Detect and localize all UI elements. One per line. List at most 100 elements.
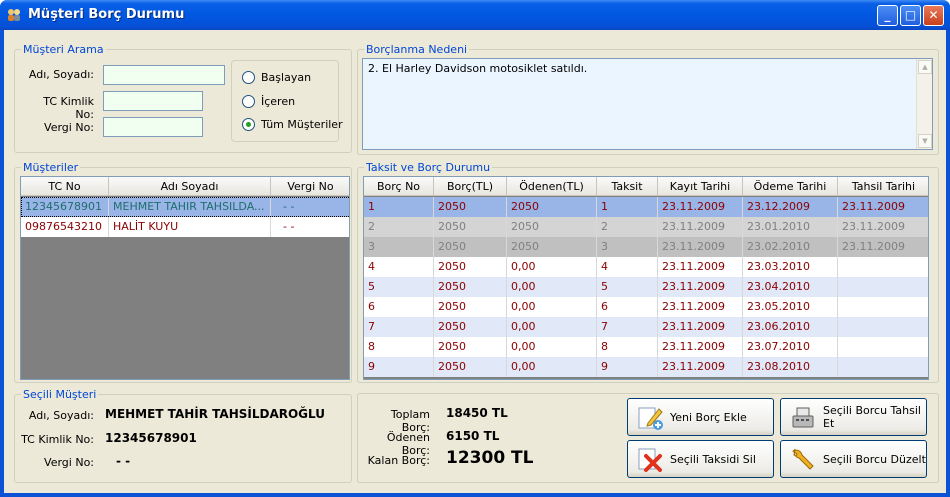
column-header[interactable]: Vergi No bbox=[271, 177, 349, 196]
cell: 2 bbox=[597, 217, 658, 237]
cell: 23.11.2009 bbox=[838, 197, 928, 217]
cell: 23.07.2010 bbox=[743, 337, 838, 357]
selected-tc-label: TC Kimlik No: bbox=[21, 433, 94, 446]
delete-icon bbox=[638, 448, 662, 472]
maximize-button[interactable]: □ bbox=[900, 5, 921, 26]
cell: - - bbox=[271, 197, 349, 217]
cell: 4 bbox=[364, 257, 434, 277]
cell: 23.11.2009 bbox=[658, 197, 743, 217]
table-row[interactable]: 09876543210 HALİT KUYU - - bbox=[21, 217, 349, 237]
users-icon bbox=[8, 9, 20, 21]
cell: 23.08.2010 bbox=[743, 357, 838, 377]
scroll-down-icon[interactable]: ▼ bbox=[918, 134, 932, 148]
name-input[interactable] bbox=[103, 65, 225, 85]
installments-grid[interactable]: Borç No Borç(TL) Ödenen(TL) Taksit Kayıt… bbox=[363, 176, 929, 380]
cell: 3 bbox=[597, 237, 658, 257]
radio-starts-with[interactable]: Başlayan bbox=[242, 71, 311, 84]
column-header[interactable]: Borç No bbox=[364, 177, 434, 196]
column-header[interactable]: Taksit bbox=[597, 177, 658, 196]
column-header[interactable]: Ödeme Tarihi bbox=[743, 177, 838, 196]
cell: 6 bbox=[364, 297, 434, 317]
scroll-up-icon[interactable]: ▲ bbox=[918, 60, 932, 74]
tax-input[interactable] bbox=[103, 117, 203, 137]
collect-debt-button[interactable]: Seçili Borcu Tahsil Et bbox=[780, 398, 927, 436]
cell: 2050 bbox=[507, 237, 597, 257]
table-row[interactable]: 5 2050 0,00 5 23.11.2009 23.04.2010 bbox=[364, 277, 928, 297]
cell: 1 bbox=[364, 197, 434, 217]
wrench-icon bbox=[792, 448, 814, 470]
column-header[interactable]: Kayıt Tarihi bbox=[658, 177, 743, 196]
selected-name-value: MEHMET TAHİR TAHSİLDAROĞLU bbox=[105, 407, 325, 421]
add-debt-label: Yeni Borç Ekle bbox=[670, 410, 747, 424]
cell: 3 bbox=[364, 237, 434, 257]
customer-search-legend: Müşteri Arama bbox=[23, 43, 104, 56]
radio-all-customers[interactable]: Tüm Müşteriler bbox=[242, 118, 343, 131]
cell: 5 bbox=[364, 277, 434, 297]
window-title: Müşteri Borç Durumu bbox=[28, 7, 185, 22]
cell: 2050 bbox=[434, 277, 507, 297]
selected-tax-label: Vergi No: bbox=[44, 456, 94, 469]
reason-text: 2. El Harley Davidson motosiklet satıldı… bbox=[368, 62, 588, 75]
tc-label: TC Kimlik No: bbox=[43, 95, 94, 121]
cell: 8 bbox=[597, 337, 658, 357]
delete-installment-button[interactable]: Seçili Taksidi Sil bbox=[627, 440, 774, 478]
minimize-button[interactable]: _ bbox=[877, 5, 898, 26]
cell: 23.11.2009 bbox=[838, 237, 928, 257]
table-row[interactable]: 6 2050 0,00 6 23.11.2009 23.05.2010 bbox=[364, 297, 928, 317]
add-debt-button[interactable]: Yeni Borç Ekle bbox=[627, 398, 774, 436]
radio-contains[interactable]: İçeren bbox=[242, 95, 295, 108]
name-label: Adı, Soyadı: bbox=[28, 68, 94, 81]
cell: - - bbox=[271, 217, 349, 237]
table-row[interactable]: 7 2050 0,00 7 23.11.2009 23.06.2010 bbox=[364, 317, 928, 337]
delete-installment-label: Seçili Taksidi Sil bbox=[670, 452, 756, 466]
edit-debt-label: Seçili Borcu Düzelt bbox=[823, 452, 926, 466]
customers-legend: Müşteriler bbox=[23, 161, 79, 174]
client-area: Müşteri Arama Adı, Soyadı: TC Kimlik No:… bbox=[4, 30, 946, 493]
cell: 23.02.2010 bbox=[743, 237, 838, 257]
minimize-icon: _ bbox=[884, 8, 891, 22]
column-header[interactable]: TC No bbox=[21, 177, 109, 196]
column-header[interactable]: Borç(TL) bbox=[434, 177, 507, 196]
close-icon: ✕ bbox=[928, 8, 939, 22]
radio-label: Başlayan bbox=[261, 71, 312, 84]
cell: 23.11.2009 bbox=[658, 297, 743, 317]
reason-textarea[interactable]: 2. El Harley Davidson motosiklet satıldı… bbox=[362, 58, 933, 150]
radio-label: İçeren bbox=[261, 95, 296, 108]
column-header[interactable]: Ödenen(TL) bbox=[507, 177, 597, 196]
table-row[interactable]: 9 2050 0,00 9 23.11.2009 23.08.2010 bbox=[364, 357, 928, 377]
column-header[interactable]: Tahsil Tarihi bbox=[838, 177, 928, 196]
table-row[interactable]: 8 2050 0,00 8 23.11.2009 23.07.2010 bbox=[364, 337, 928, 357]
cell: 23.11.2009 bbox=[658, 277, 743, 297]
table-row[interactable]: 3 2050 2050 3 23.11.2009 23.02.2010 23.11.2009 bbox=[364, 237, 928, 257]
maximize-icon: □ bbox=[904, 8, 917, 22]
cell: 0,00 bbox=[507, 357, 597, 377]
cell: 2050 bbox=[434, 237, 507, 257]
close-button[interactable]: ✕ bbox=[923, 5, 944, 26]
cell: 0,00 bbox=[507, 317, 597, 337]
cash-register-icon bbox=[792, 407, 814, 428]
radio-label: Tüm Müşteriler bbox=[261, 118, 343, 131]
cell: 2050 bbox=[434, 257, 507, 277]
column-header[interactable]: Adı Soyadı bbox=[109, 177, 271, 196]
table-row[interactable]: 2 2050 2050 2 23.11.2009 23.01.2010 23.11.2009 bbox=[364, 217, 928, 237]
collect-debt-label: Seçili Borcu Tahsil Et bbox=[823, 404, 921, 430]
selected-tc-value: 12345678901 bbox=[105, 431, 197, 445]
cell: 4 bbox=[597, 257, 658, 277]
reason-legend: Borçlanma Nedeni bbox=[366, 43, 468, 56]
cell: 9 bbox=[597, 357, 658, 377]
reason-scrollbar[interactable]: ▲ ▼ bbox=[916, 59, 932, 149]
paid-debt-value: 6150 TL bbox=[446, 429, 500, 443]
title-bar[interactable]: Müşteri Borç Durumu _ □ ✕ bbox=[0, 0, 950, 30]
table-row[interactable]: 4 2050 0,00 4 23.11.2009 23.03.2010 bbox=[364, 257, 928, 277]
tc-input[interactable] bbox=[103, 91, 203, 111]
remaining-debt-value: 12300 TL bbox=[446, 448, 534, 468]
pen-add-icon bbox=[638, 407, 663, 430]
customers-grid[interactable]: TC No Adı Soyadı Vergi No 12345678901 ME… bbox=[20, 176, 350, 380]
cell: 23.06.2010 bbox=[743, 317, 838, 337]
table-row[interactable]: 1 2050 2050 1 23.11.2009 23.12.2009 23.11.2009 bbox=[364, 197, 928, 217]
radio-circle bbox=[242, 95, 255, 108]
cell: 23.03.2010 bbox=[743, 257, 838, 277]
table-row[interactable]: 12345678901 MEHMET TAHIR TAHSILDA... - - bbox=[21, 197, 349, 217]
edit-debt-button[interactable]: Seçili Borcu Düzelt bbox=[780, 440, 927, 478]
cell: 0,00 bbox=[507, 297, 597, 317]
